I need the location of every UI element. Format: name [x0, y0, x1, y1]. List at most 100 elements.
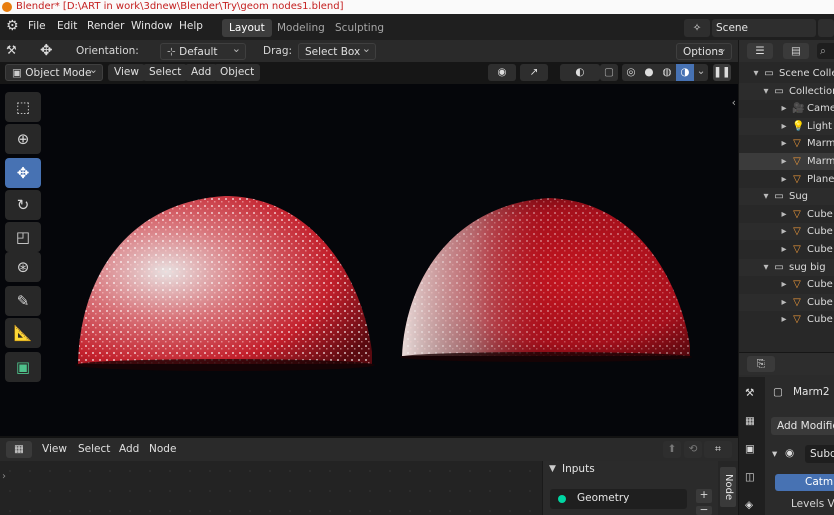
- menu-object[interactable]: Object: [214, 64, 261, 81]
- row-expand-arrow-icon[interactable]: ▸: [779, 135, 789, 152]
- output-tab-icon[interactable]: ▣: [745, 443, 755, 455]
- outliner-display-mode-icon[interactable]: ☰: [747, 43, 773, 59]
- menu-render[interactable]: Render: [87, 20, 124, 32]
- add-modifier-button[interactable]: Add Modifier: [771, 417, 834, 435]
- node-menu-view[interactable]: View: [36, 441, 73, 458]
- add-input-button[interactable]: +: [696, 489, 712, 503]
- mode-dropdown[interactable]: ▣ Object Mode: [5, 62, 103, 81]
- menu-view[interactable]: View: [108, 64, 145, 81]
- gizmo-icon[interactable]: ↗: [520, 64, 548, 81]
- outliner-row[interactable]: ▸ ▽ Marm: [739, 153, 834, 170]
- wireframe-shading-icon[interactable]: ◎: [622, 64, 640, 81]
- row-expand-arrow-icon[interactable]: ▸: [779, 171, 789, 188]
- row-expand-arrow-icon[interactable]: ▸: [779, 118, 789, 135]
- row-collapse-arrow-icon[interactable]: ▾: [761, 188, 771, 205]
- scene-tab-icon[interactable]: ◈: [745, 499, 753, 511]
- blender-menu-icon[interactable]: ⚙: [6, 18, 19, 34]
- outliner-row[interactable]: ▸ ▽ Cube: [739, 223, 834, 241]
- cursor-icon[interactable]: ⊕: [5, 124, 41, 154]
- outliner-row[interactable]: ▾▭ Scene Collec: [739, 65, 834, 82]
- outliner-row[interactable]: ▾ ▭ Sug: [739, 188, 834, 206]
- toolbar-expand-icon[interactable]: ›: [2, 471, 6, 482]
- select-box-icon[interactable]: ⬚: [5, 92, 41, 122]
- orientation-dropdown[interactable]: ⊹ Default: [160, 41, 246, 60]
- outliner-row[interactable]: ▸ ▽ Marm: [739, 135, 834, 152]
- object-name-field[interactable]: Marm2: [793, 386, 830, 398]
- outliner-row[interactable]: ▸ ▽ Cube: [739, 276, 834, 293]
- menu-help[interactable]: Help: [179, 20, 203, 32]
- outliner-filter-icon[interactable]: ▤: [783, 43, 809, 59]
- sidebar-toggle-icon[interactable]: ‹: [732, 96, 736, 109]
- menu-select[interactable]: Select: [143, 64, 188, 81]
- row-expand-arrow-icon[interactable]: ▸: [779, 223, 789, 240]
- scene-extra-icon[interactable]: [818, 19, 834, 37]
- move-icon[interactable]: ✥: [5, 158, 41, 188]
- pause-render-icon[interactable]: ❚❚: [713, 64, 731, 81]
- node-menu-add[interactable]: Add: [113, 441, 145, 458]
- row-collapse-arrow-icon[interactable]: ▾: [761, 83, 771, 100]
- row-expand-arrow-icon[interactable]: ▸: [779, 153, 789, 170]
- modifier-name-field[interactable]: Subd: [805, 445, 834, 463]
- tool-tab-icon[interactable]: ⚒: [745, 387, 754, 399]
- inputs-expand-icon[interactable]: ▼: [549, 464, 556, 474]
- material-shading-icon[interactable]: ◍: [658, 64, 676, 81]
- menu-edit[interactable]: Edit: [57, 20, 77, 32]
- outliner-row[interactable]: ▸ ▽ Cube: [739, 206, 834, 223]
- menu-file[interactable]: File: [28, 20, 46, 32]
- row-expand-arrow-icon[interactable]: ▸: [779, 276, 789, 293]
- node-link-icon[interactable]: ⟲: [684, 441, 702, 458]
- geometry-input-row[interactable]: Geometry: [550, 489, 687, 509]
- modifier-expand-icon[interactable]: ▾: [772, 448, 777, 460]
- node-editor-type-icon[interactable]: ▦: [6, 441, 32, 458]
- row-expand-arrow-icon[interactable]: ▸: [779, 294, 789, 311]
- visibility-icon[interactable]: ◉: [488, 64, 516, 81]
- catmull-clark-button[interactable]: Catmu: [775, 474, 834, 491]
- node-canvas[interactable]: ›: [0, 461, 542, 515]
- outliner-row[interactable]: ▾ ▭ Collection: [739, 82, 834, 100]
- measure-icon[interactable]: 📐: [5, 318, 41, 348]
- tab-sculpting[interactable]: Sculpting: [328, 19, 391, 37]
- node-menu-node[interactable]: Node: [143, 441, 182, 458]
- scene-field[interactable]: Scene: [712, 19, 816, 37]
- outliner-row[interactable]: ▸ ▽ Cube: [739, 241, 834, 258]
- options-dropdown[interactable]: Options: [676, 41, 732, 60]
- add-cube-icon[interactable]: ▣: [5, 352, 41, 382]
- outliner-row[interactable]: ▸ ▽ Cube: [739, 311, 834, 328]
- properties-editor-type-icon[interactable]: ⎘: [747, 356, 775, 372]
- row-expand-arrow-icon[interactable]: ▸: [779, 241, 789, 258]
- outliner-row[interactable]: ▾ ▭ sug big: [739, 258, 834, 276]
- pin-icon[interactable]: ⬆: [663, 441, 681, 458]
- scale-icon[interactable]: ◰: [5, 222, 41, 252]
- outliner-row[interactable]: ▸ 🎥 Came: [739, 100, 834, 117]
- rendered-shading-icon[interactable]: ◑: [676, 64, 694, 81]
- transform-icon[interactable]: ⊛: [5, 252, 41, 282]
- tab-layout[interactable]: Layout: [222, 19, 272, 37]
- overlays-icon[interactable]: ◐: [560, 64, 600, 81]
- transform-gizmo-icon[interactable]: ✥: [40, 41, 53, 59]
- tab-node[interactable]: Node: [720, 467, 736, 507]
- outliner-search-field[interactable]: ⌕: [817, 43, 834, 59]
- drag-dropdown[interactable]: Select Box: [298, 41, 376, 60]
- tool-icon[interactable]: ⚒: [6, 43, 17, 57]
- row-expand-arrow-icon[interactable]: ▸: [779, 206, 789, 223]
- view-layer-tab-icon[interactable]: ◫: [745, 471, 755, 483]
- 3d-viewport[interactable]: ‹: [0, 84, 738, 436]
- remove-input-button[interactable]: −: [696, 505, 712, 515]
- outliner-row[interactable]: ▸ ▽ Cube: [739, 293, 834, 311]
- annotate-icon[interactable]: ✎: [5, 286, 41, 316]
- row-collapse-arrow-icon[interactable]: ▾: [751, 65, 761, 82]
- row-collapse-arrow-icon[interactable]: ▾: [761, 259, 771, 276]
- snap-icon[interactable]: ⌗: [704, 441, 732, 458]
- solid-shading-icon[interactable]: ●: [640, 64, 658, 81]
- render-tab-icon[interactable]: ▦: [745, 415, 755, 427]
- outliner-row[interactable]: ▸ ▽ Plane: [739, 171, 834, 188]
- xray-icon[interactable]: ▢: [600, 64, 618, 81]
- tab-modeling[interactable]: Modeling: [270, 19, 332, 37]
- outliner-row[interactable]: ▸ 💡 Light: [739, 117, 834, 135]
- shading-dropdown-icon[interactable]: ⌄: [694, 64, 708, 81]
- row-expand-arrow-icon[interactable]: ▸: [779, 311, 789, 328]
- rotate-icon[interactable]: ↻: [5, 190, 41, 220]
- node-menu-select[interactable]: Select: [72, 441, 116, 458]
- menu-add[interactable]: Add: [185, 64, 218, 81]
- menu-window[interactable]: Window: [131, 20, 172, 32]
